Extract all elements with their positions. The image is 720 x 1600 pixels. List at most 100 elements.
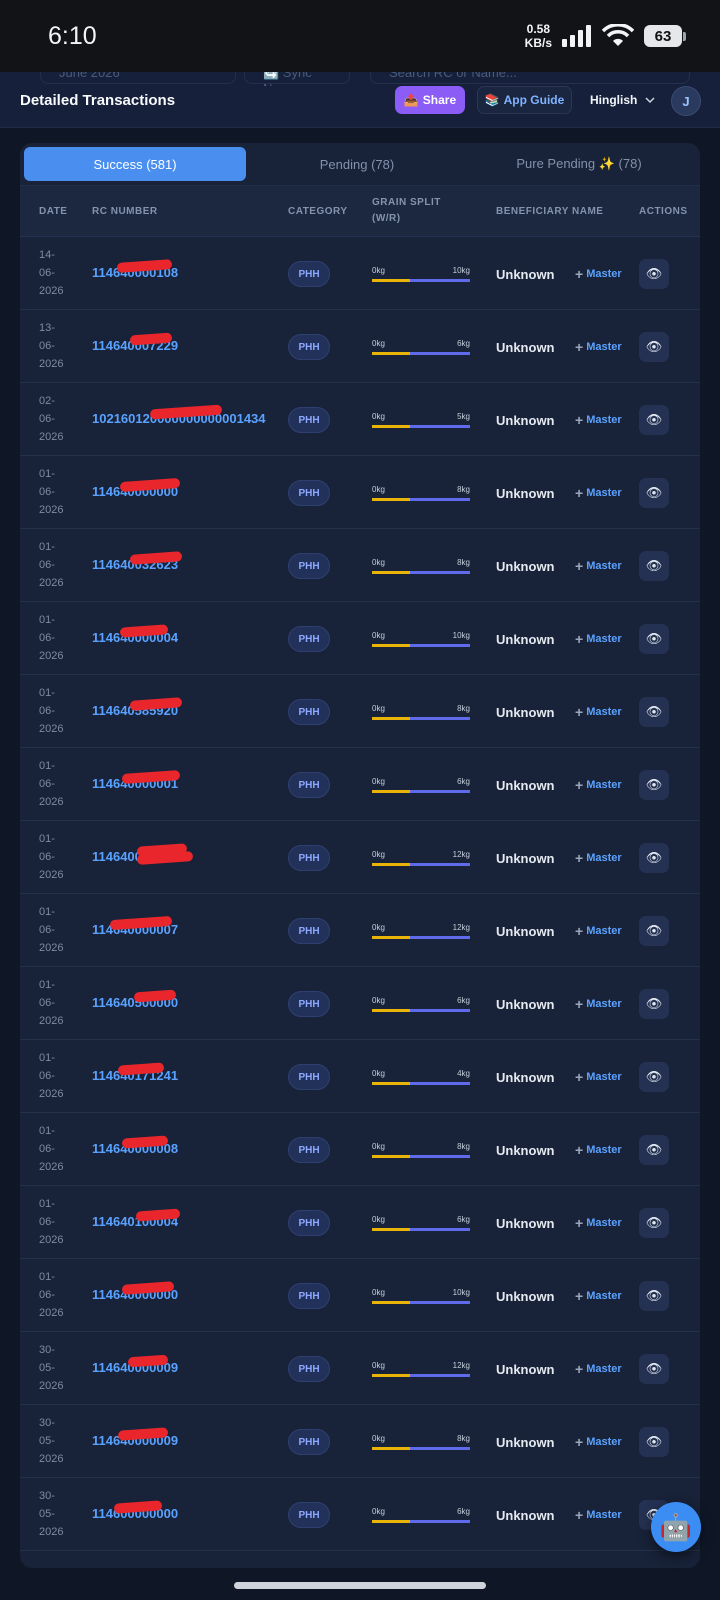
add-to-master-button[interactable]: + Master (575, 996, 622, 1012)
view-button[interactable]: 👁 (639, 770, 669, 800)
row-beneficiary-name: Unknown (496, 1435, 555, 1450)
view-button[interactable]: 👁 (639, 916, 669, 946)
grain-wheat-value: 0kg (372, 266, 385, 275)
row-category-badge: PHH (288, 261, 330, 287)
grain-wheat-bar (372, 790, 410, 793)
row-date-day: 30- (39, 1490, 55, 1502)
tab-pending[interactable]: Pending (78) (246, 147, 468, 181)
view-button[interactable]: 👁 (639, 1281, 669, 1311)
row-rc-number[interactable]: 114640000000 (92, 477, 181, 499)
add-to-master-button[interactable]: + Master (575, 559, 622, 573)
tab-pure-pending[interactable]: Pure Pending ✨ (78) (468, 147, 690, 181)
view-button[interactable]: 👁 (639, 259, 669, 289)
view-button[interactable]: 👁 (639, 405, 669, 435)
add-to-master-button[interactable]: + Master (575, 923, 622, 939)
table-row: 01- 06- 2026 114640000004 PHH 0kg 10kg U… (20, 602, 700, 675)
month-select[interactable]: June 2026 (40, 72, 236, 84)
add-to-master-button[interactable]: + Master (575, 1289, 622, 1303)
row-date-month: 06- (39, 778, 55, 790)
add-to-master-label: Master (586, 1071, 622, 1083)
view-button[interactable]: 👁 (639, 697, 669, 727)
row-rc-number[interactable]: 114640007229 (92, 332, 178, 353)
share-button[interactable]: 📤 Share (395, 86, 465, 114)
add-to-master-button[interactable]: + Master (575, 777, 622, 793)
row-grain-split: 0kg 10kg (372, 631, 470, 647)
add-to-master-button[interactable]: + Master (575, 705, 622, 719)
row-rc-number[interactable]: 114640000008 (92, 1135, 178, 1156)
row-rc-number[interactable]: 114640000009 (92, 1354, 178, 1375)
row-date-year: 2026 (39, 431, 64, 443)
add-to-master-button[interactable]: + Master (575, 486, 622, 500)
row-date-year: 2026 (39, 723, 64, 735)
view-button[interactable]: 👁 (639, 1135, 669, 1165)
tab-success[interactable]: Success (581) (24, 147, 246, 181)
row-rc-number[interactable]: 114640500000 (92, 989, 178, 1010)
row-rc-number[interactable]: 114640171241 (92, 1062, 178, 1083)
view-button[interactable]: 👁 (639, 1062, 669, 1092)
app-guide-button[interactable]: 📚 App Guide (477, 86, 572, 114)
grain-rice-value: 4kg (457, 1069, 470, 1078)
view-button[interactable]: 👁 (639, 332, 669, 362)
row-rc-number[interactable]: 114640000000 (92, 1281, 178, 1302)
row-rc-number[interactable]: 114640000004 (92, 624, 178, 645)
row-rc-number[interactable]: 102160120000000000001434 (92, 404, 266, 426)
table-row: 01- 06- 2026 114640000000 PHH 0kg 10kg U… (20, 1259, 700, 1332)
add-to-master-button[interactable]: + Master (575, 1070, 622, 1084)
home-indicator[interactable] (234, 1582, 486, 1589)
row-rc-number[interactable]: 114640000009 (92, 1427, 178, 1448)
view-button[interactable]: 👁 (639, 843, 669, 873)
grain-split-bar (372, 1082, 470, 1085)
plus-icon: + (575, 996, 584, 1012)
row-rc-number[interactable]: 114640000001 (92, 769, 181, 791)
row-category-badge: PHH (288, 1429, 330, 1455)
row-rc-number[interactable]: 114640100004 (92, 1208, 181, 1229)
add-to-master-button[interactable]: + Master (575, 1435, 622, 1449)
eye-icon: 👁 (645, 1434, 663, 1449)
grain-rice-bar (410, 863, 470, 866)
view-button[interactable]: 👁 (639, 1354, 669, 1384)
sync-now-button[interactable]: 🔄 Sync Now (244, 72, 350, 86)
row-rc-number[interactable]: 114640585920 (92, 697, 183, 718)
table-header: DATE RC NUMBER CATEGORY GRAIN SPLIT (W/R… (20, 185, 700, 237)
row-date-day: 01- (39, 1198, 55, 1210)
plus-icon: + (575, 1361, 584, 1377)
row-rc-number[interactable]: 114600000000 (92, 1500, 178, 1521)
add-to-master-button[interactable]: + Master (575, 851, 622, 865)
row-rc-number[interactable]: 114640032623 (92, 551, 183, 572)
row-rc-number[interactable]: 114640000108 (92, 259, 178, 280)
row-date-month: 06- (39, 340, 55, 352)
add-to-master-button[interactable]: + Master (575, 632, 622, 646)
plus-icon: + (575, 923, 584, 939)
add-to-master-button[interactable]: + Master (575, 340, 622, 354)
view-button[interactable]: 👁 (639, 478, 669, 508)
view-button[interactable]: 👁 (639, 989, 669, 1019)
view-button[interactable]: 👁 (639, 1427, 669, 1457)
add-to-master-button[interactable]: + Master (575, 267, 622, 281)
row-beneficiary-name: Unknown (496, 413, 555, 428)
table-row: 01- 06- 2026 114640100004 PHH 0kg 6kg Un… (20, 1186, 700, 1259)
row-rc-number[interactable]: 114640000000 (92, 843, 194, 865)
avatar[interactable]: J (671, 86, 701, 116)
plus-icon: + (575, 777, 584, 793)
view-button[interactable]: 👁 (639, 1208, 669, 1238)
view-button[interactable]: 👁 (639, 624, 669, 654)
row-date-year: 2026 (39, 285, 64, 297)
assistant-bot-button[interactable]: 🤖 (651, 1502, 701, 1552)
view-button[interactable]: 👁 (639, 551, 669, 581)
add-to-master-button[interactable]: + Master (575, 1142, 622, 1158)
grain-wheat-bar (372, 1009, 410, 1012)
search-input[interactable]: Search RC or Name... (370, 72, 690, 84)
row-date-year: 2026 (39, 1453, 64, 1465)
grain-wheat-bar (372, 1082, 410, 1085)
add-to-master-button[interactable]: + Master (575, 1361, 622, 1377)
book-icon: 📚 (484, 93, 500, 107)
add-to-master-button[interactable]: + Master (575, 413, 622, 427)
language-select[interactable]: Hinglish (590, 86, 660, 114)
status-tabs: Success (581) Pending (78) Pure Pending … (20, 143, 700, 185)
row-date-day: 01- (39, 468, 55, 480)
row-rc-number[interactable]: 114640000007 (92, 915, 178, 937)
plus-icon: + (575, 1142, 584, 1158)
row-date-month: 06- (39, 632, 55, 644)
add-to-master-button[interactable]: + Master (575, 1216, 622, 1230)
add-to-master-button[interactable]: + Master (575, 1508, 622, 1522)
